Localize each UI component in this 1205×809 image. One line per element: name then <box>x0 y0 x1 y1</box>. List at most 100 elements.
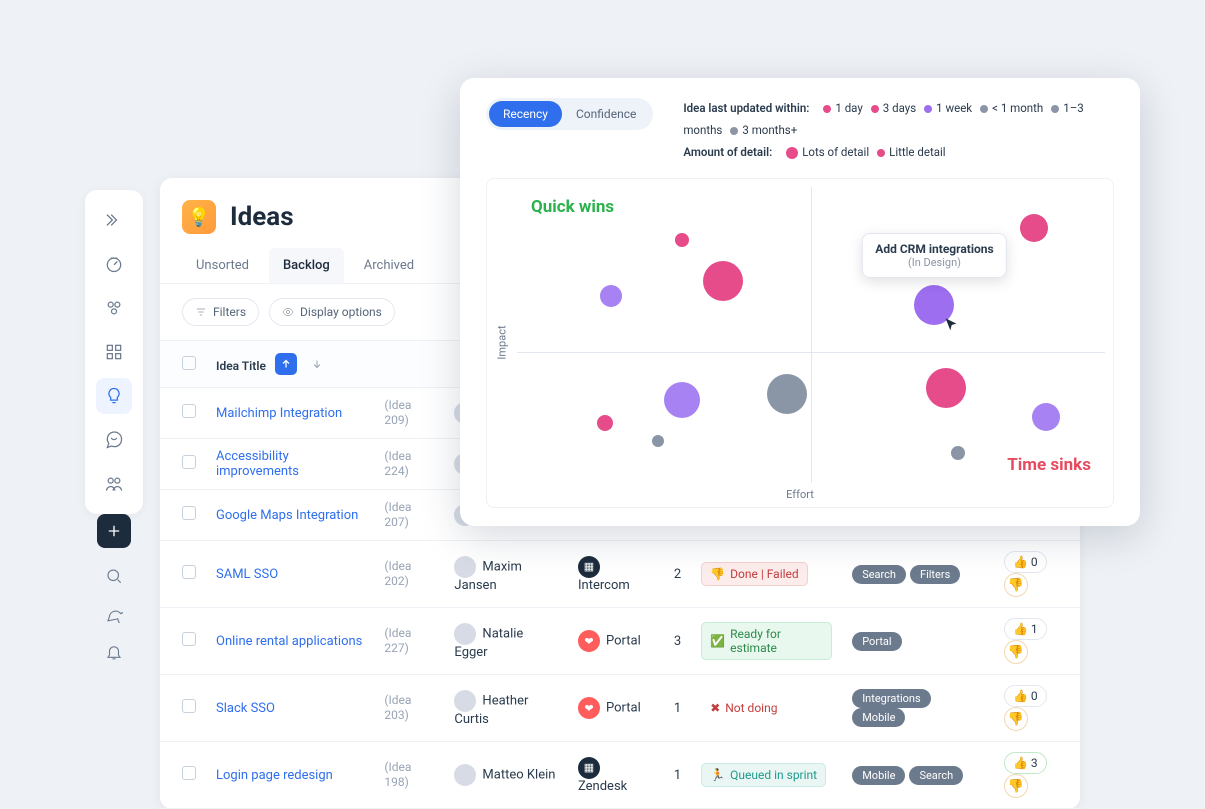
chart-bubble[interactable] <box>1020 214 1048 242</box>
bell-icon[interactable] <box>104 642 124 662</box>
upvote-button[interactable]: 👍 0 <box>1004 551 1047 573</box>
legend-item: 1 week <box>936 101 972 115</box>
upvote-button[interactable]: 👍 3 <box>1004 752 1047 774</box>
upvote-button[interactable]: 👍 1 <box>1004 618 1047 640</box>
row-checkbox[interactable] <box>182 766 196 780</box>
source-icon: ▦ <box>578 556 600 578</box>
chart-bubble[interactable] <box>767 374 807 414</box>
search-icon[interactable] <box>104 566 124 586</box>
legend-item: Lots of detail <box>802 145 869 159</box>
upvote-button[interactable]: 👍 0 <box>1004 685 1047 707</box>
row-checkbox[interactable] <box>182 506 196 520</box>
tag[interactable]: Filters <box>910 565 960 584</box>
tag[interactable]: Search <box>909 766 963 785</box>
chart-legend: Idea last updated within:1 day3 days1 we… <box>683 98 1114 164</box>
dashboard-icon[interactable] <box>96 246 132 282</box>
feedback-icon[interactable] <box>96 422 132 458</box>
chart-plot[interactable]: Quick wins Time sinks Add CRM integratio… <box>517 187 1105 483</box>
idea-title-link[interactable]: Online rental applications <box>216 634 362 649</box>
idea-id: (Idea 227) <box>384 626 411 655</box>
toggle-recency[interactable]: Recency <box>489 101 562 127</box>
filters-button[interactable]: Filters <box>182 298 259 326</box>
source-name: Intercom <box>578 578 630 593</box>
chart-bubble[interactable] <box>597 415 613 431</box>
row-checkbox[interactable] <box>182 699 196 713</box>
modules-icon[interactable] <box>96 290 132 326</box>
tags-cell: Portal <box>842 608 994 675</box>
legend-dot <box>871 105 879 113</box>
team-icon[interactable] <box>96 466 132 502</box>
legend-item: < 1 month <box>992 101 1043 115</box>
status-badge: 🏃Queued in sprint <box>701 763 826 787</box>
chart-bubble[interactable] <box>600 285 622 307</box>
chart-bubble[interactable] <box>664 382 700 418</box>
select-all-checkbox[interactable] <box>182 356 196 370</box>
chart-bubble[interactable] <box>951 446 965 460</box>
avatar <box>454 623 476 645</box>
source-icon: ▦ <box>578 757 600 779</box>
idea-id: (Idea 209) <box>384 398 411 427</box>
legend-dot <box>1051 105 1059 113</box>
tab-unsorted[interactable]: Unsorted <box>182 248 263 283</box>
idea-title-link[interactable]: Login page redesign <box>216 768 333 783</box>
chart-bubble[interactable] <box>1032 403 1060 431</box>
row-checkbox[interactable] <box>182 455 196 469</box>
idea-title-link[interactable]: Mailchimp Integration <box>216 406 342 421</box>
toggle-confidence[interactable]: Confidence <box>562 101 650 127</box>
y-axis-label: Impact <box>487 179 517 507</box>
sort-asc-button[interactable] <box>275 353 297 375</box>
downvote-button[interactable]: 👎 <box>1004 640 1028 664</box>
row-checkbox[interactable] <box>182 404 196 418</box>
sidebar-bottom <box>95 500 133 676</box>
idea-count: 2 <box>664 541 691 608</box>
display-options-button[interactable]: Display options <box>269 298 395 326</box>
chart-bubble[interactable] <box>703 261 743 301</box>
vertical-divider <box>811 187 812 483</box>
idea-id: (Idea 203) <box>384 693 411 722</box>
avatar <box>454 690 476 712</box>
chart-bubble[interactable] <box>652 435 664 447</box>
source-name: Portal <box>606 700 641 715</box>
grid-icon[interactable] <box>96 334 132 370</box>
source-name: Portal <box>606 633 641 648</box>
idea-title-link[interactable]: Google Maps Integration <box>216 508 358 523</box>
tab-archived[interactable]: Archived <box>350 248 428 283</box>
display-label: Display options <box>300 305 382 319</box>
legend-item: 3 months+ <box>742 123 797 137</box>
chart-bubble[interactable] <box>675 233 689 247</box>
chart-bubble[interactable] <box>926 368 966 408</box>
col-title[interactable]: Idea Title <box>206 341 374 388</box>
row-checkbox[interactable] <box>182 565 196 579</box>
source-icon: ❤ <box>578 697 600 719</box>
legend-detail-label: Amount of detail: <box>683 145 772 159</box>
tag[interactable]: Mobile <box>852 766 905 785</box>
tag[interactable]: Mobile <box>852 708 905 727</box>
legend-item: 1 day <box>835 101 862 115</box>
status-badge: 👎Done | Failed <box>701 562 807 586</box>
status-badge: ✅Ready for estimate <box>701 622 832 660</box>
idea-title-link[interactable]: Slack SSO <box>216 701 275 716</box>
chat-icon[interactable] <box>104 604 124 624</box>
source-icon: ❤ <box>578 630 600 652</box>
collapse-icon[interactable] <box>96 202 132 238</box>
avatar <box>454 556 476 578</box>
table-row: Online rental applications(Idea 227)Nata… <box>160 608 1080 675</box>
downvote-button[interactable]: 👎 <box>1004 707 1028 731</box>
idea-count: 3 <box>664 608 691 675</box>
downvote-button[interactable]: 👎 <box>1004 573 1028 597</box>
page-title: Ideas <box>230 202 294 232</box>
tag[interactable]: Integrations <box>852 689 930 708</box>
idea-title-link[interactable]: SAML SSO <box>216 567 278 582</box>
row-checkbox[interactable] <box>182 632 196 646</box>
idea-id: (Idea 224) <box>384 449 411 478</box>
downvote-button[interactable]: 👎 <box>1004 774 1028 798</box>
sort-desc-button[interactable] <box>306 353 328 375</box>
tag[interactable]: Portal <box>852 632 901 651</box>
legend-recency-label: Idea last updated within: <box>683 101 809 115</box>
tag[interactable]: Search <box>852 565 906 584</box>
legend-dot <box>786 147 798 159</box>
ideas-icon[interactable] <box>96 378 132 414</box>
add-button[interactable] <box>97 514 131 548</box>
idea-title-link[interactable]: Accessibility improvements <box>216 449 299 479</box>
tab-backlog[interactable]: Backlog <box>269 248 344 283</box>
